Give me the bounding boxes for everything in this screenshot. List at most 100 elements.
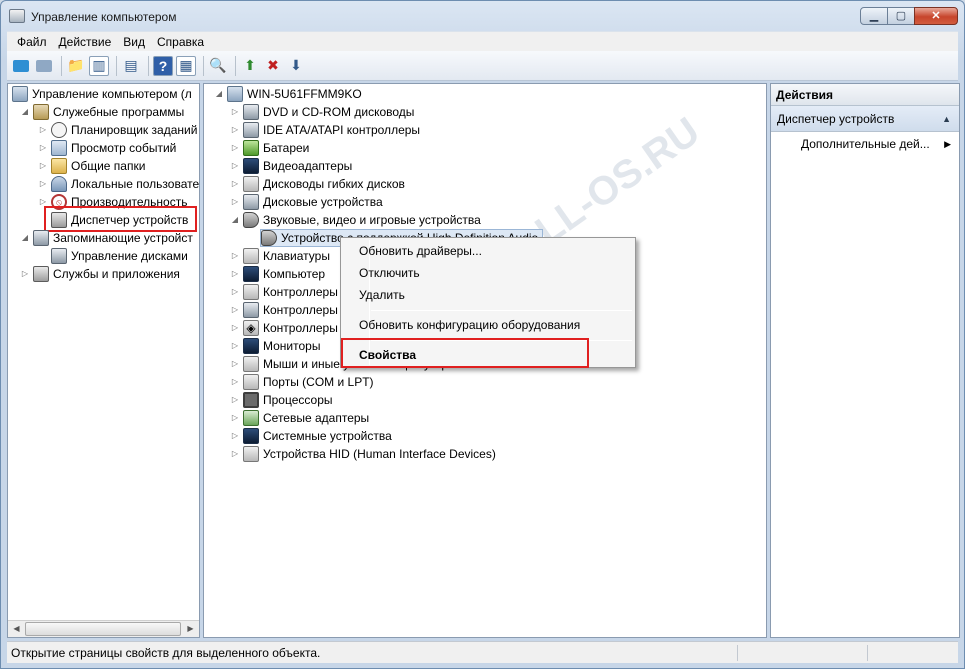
actions-header: Действия: [771, 84, 959, 106]
menu-file[interactable]: Файл: [11, 35, 53, 49]
expand-arrow-icon[interactable]: ▷: [230, 139, 240, 157]
expand-arrow-icon[interactable]: ▷: [230, 121, 240, 139]
device-category[interactable]: ▷ Видеоадаптеры: [230, 157, 352, 175]
maximize-button[interactable]: ▢: [887, 7, 915, 25]
device-category[interactable]: ▷ Мониторы: [230, 337, 320, 355]
forward-button[interactable]: [34, 56, 54, 76]
device-category[interactable]: ▷ Дисковые устройства: [230, 193, 383, 211]
computer-icon: [227, 86, 243, 102]
tree-item-event-viewer[interactable]: ▷ Просмотр событий: [38, 139, 176, 157]
properties-button[interactable]: ▤: [121, 56, 141, 76]
device-root[interactable]: ◢ WIN-5U61FFMM9KO: [214, 85, 362, 103]
uninstall-button[interactable]: ✖: [263, 56, 283, 76]
help-icon: ?: [158, 57, 168, 74]
device-category[interactable]: ▷ Сетевые адаптеры: [230, 409, 369, 427]
collapse-arrow-icon[interactable]: ◢: [230, 211, 240, 229]
expand-arrow-icon[interactable]: ▷: [230, 103, 240, 121]
properties-icon: ▤: [124, 57, 138, 73]
menu-item-uninstall[interactable]: Удалить: [359, 285, 405, 305]
clock-icon: [51, 122, 67, 138]
expand-arrow-icon[interactable]: ▷: [38, 157, 48, 175]
more-actions-item[interactable]: Дополнительные дей... ▶: [801, 134, 959, 154]
menu-help[interactable]: Справка: [151, 35, 210, 49]
expand-arrow-icon[interactable]: ▷: [230, 247, 240, 265]
expand-arrow-icon[interactable]: ▷: [38, 121, 48, 139]
device-category[interactable]: ▷ Процессоры: [230, 391, 333, 409]
up-level-button[interactable]: 📁: [66, 56, 86, 76]
submenu-arrow-icon: ▶: [944, 139, 951, 149]
device-category[interactable]: ▷ Клавиатуры: [230, 247, 330, 265]
menu-view[interactable]: Вид: [117, 35, 151, 49]
expand-arrow-icon[interactable]: ▷: [230, 175, 240, 193]
window-controls: ▁ ▢ ✕: [860, 7, 958, 25]
show-hide-tree-button[interactable]: ▥: [89, 55, 109, 76]
collapse-arrow-icon[interactable]: ◢: [214, 85, 224, 103]
device-category-label: DVD и CD-ROM дисководы: [263, 105, 415, 119]
device-category[interactable]: ▷ Контроллеры: [230, 301, 338, 319]
scan-hardware-button[interactable]: 🔍: [208, 56, 228, 76]
menu-action[interactable]: Действие: [53, 35, 118, 49]
expand-arrow-icon[interactable]: ▷: [230, 337, 240, 355]
expand-arrow-icon[interactable]: ▷: [230, 355, 240, 373]
device-category[interactable]: ▷ Дисководы гибких дисков: [230, 175, 405, 193]
tree-item-shared-folders[interactable]: ▷ Общие папки: [38, 157, 145, 175]
tree-item-task-scheduler[interactable]: ▷ Планировщик заданий: [38, 121, 197, 139]
device-category-label: Мониторы: [263, 339, 321, 353]
back-button[interactable]: [11, 56, 31, 76]
actions-section-device-manager[interactable]: Диспетчер устройств ▲: [771, 106, 959, 132]
device-category-sound[interactable]: ◢ Звуковые, видео и игровые устройства: [230, 211, 481, 229]
device-category[interactable]: ▷ Системные устройства: [230, 427, 392, 445]
device-category[interactable]: ▷ Порты (COM и LPT): [230, 373, 374, 391]
close-button[interactable]: ✕: [914, 7, 958, 25]
expand-arrow-icon[interactable]: ▷: [230, 445, 240, 463]
disable-button[interactable]: ⬇: [286, 56, 306, 76]
expand-arrow-icon[interactable]: ▷: [230, 193, 240, 211]
tree-item-label: Служебные программы: [53, 105, 185, 119]
expand-arrow-icon[interactable]: ▷: [230, 319, 240, 337]
left-horizontal-scrollbar[interactable]: ◀ ▶: [8, 620, 199, 637]
toolbar-separator: [61, 55, 62, 76]
show-action-pane-button[interactable]: ▦: [176, 55, 196, 76]
expand-arrow-icon[interactable]: ▷: [230, 409, 240, 427]
expand-arrow-icon[interactable]: ▷: [230, 283, 240, 301]
device-category[interactable]: ▷ IDE ATA/ATAPI контроллеры: [230, 121, 420, 139]
device-category-label: Видеоадаптеры: [263, 159, 353, 173]
device-category[interactable]: ▷ Устройства HID (Human Interface Devices…: [230, 445, 496, 463]
scroll-thumb[interactable]: [25, 622, 181, 636]
expand-arrow-icon[interactable]: ▷: [230, 427, 240, 445]
collapse-up-icon[interactable]: ▲: [942, 106, 951, 132]
menu-item-update-drivers[interactable]: Обновить драйверы...: [359, 241, 482, 261]
device-category[interactable]: ▷ DVD и CD-ROM дисководы: [230, 103, 414, 121]
collapse-arrow-icon[interactable]: ◢: [20, 229, 30, 247]
device-category[interactable]: ▷ Компьютер: [230, 265, 325, 283]
minimize-button[interactable]: ▁: [860, 7, 888, 25]
scroll-left-icon[interactable]: ◀: [8, 621, 25, 637]
disable-device-icon: ⬇: [290, 57, 302, 73]
expand-arrow-icon[interactable]: ▷: [230, 373, 240, 391]
expand-arrow-icon[interactable]: ▷: [230, 391, 240, 409]
expand-arrow-icon[interactable]: ▷: [230, 157, 240, 175]
disk-drive-icon: [243, 194, 259, 210]
update-driver-button[interactable]: ⬆: [240, 56, 260, 76]
tree-item-services-apps[interactable]: ▷ Службы и приложения: [20, 265, 180, 283]
menu-item-scan-hardware[interactable]: Обновить конфигурацию оборудования: [359, 315, 580, 335]
collapse-arrow-icon[interactable]: ◢: [20, 103, 30, 121]
expand-arrow-icon[interactable]: ▷: [38, 139, 48, 157]
actions-pane: Действия Диспетчер устройств ▲ Дополните…: [770, 83, 960, 638]
scroll-right-icon[interactable]: ▶: [182, 621, 199, 637]
tree-item-storage[interactable]: ◢ Запоминающие устройст: [20, 229, 193, 247]
tree-item-local-users[interactable]: ▷ Локальные пользовате: [38, 175, 199, 193]
device-category[interactable]: ▷ Контроллеры: [230, 283, 338, 301]
device-category[interactable]: ▷ ◈ Контроллеры: [230, 319, 338, 337]
tree-item-disk-management[interactable]: Управление дисками: [51, 247, 188, 265]
expand-arrow-icon[interactable]: ▷: [230, 265, 240, 283]
tree-item-system-tools[interactable]: ◢ Служебные программы: [20, 103, 184, 121]
toolbar-separator: [235, 55, 236, 76]
expand-arrow-icon[interactable]: ▷: [38, 175, 48, 193]
device-category[interactable]: ▷ Батареи: [230, 139, 309, 157]
help-button[interactable]: ?: [153, 55, 173, 76]
expand-arrow-icon[interactable]: ▷: [20, 265, 30, 283]
expand-arrow-icon[interactable]: ▷: [230, 301, 240, 319]
menu-item-disable[interactable]: Отключить: [359, 263, 420, 283]
tree-root[interactable]: Управление компьютером (л: [12, 85, 192, 103]
